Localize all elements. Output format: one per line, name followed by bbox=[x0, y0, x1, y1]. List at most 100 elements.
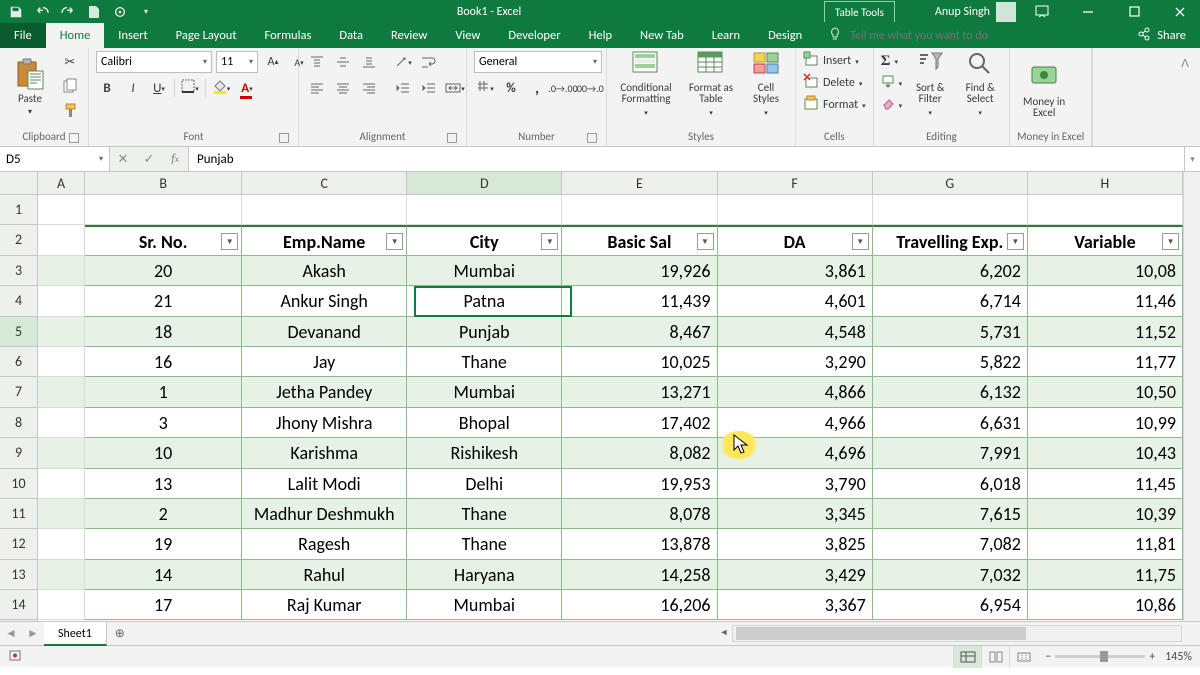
row-header-5[interactable]: 5 bbox=[0, 317, 37, 347]
filter-button[interactable]: ▼ bbox=[221, 233, 238, 250]
table-cell[interactable]: 1 bbox=[85, 377, 242, 407]
redo-icon[interactable] bbox=[60, 4, 76, 20]
table-cell[interactable]: 11,439 bbox=[562, 286, 717, 316]
table-cell[interactable]: Karishma bbox=[242, 438, 407, 468]
collapse-ribbon-button[interactable]: ᐱ bbox=[1174, 52, 1196, 74]
align-center-button[interactable] bbox=[332, 77, 354, 99]
table-cell[interactable]: 11,52 bbox=[1028, 317, 1183, 347]
cut-button[interactable]: ✂ bbox=[59, 51, 81, 73]
qat-customize-icon[interactable]: ▾ bbox=[138, 4, 154, 20]
align-top-button[interactable] bbox=[306, 51, 328, 73]
filter-button[interactable]: ▼ bbox=[386, 233, 403, 250]
minimize-button[interactable] bbox=[1068, 0, 1108, 23]
find-select-button[interactable]: Find & Select▾ bbox=[958, 51, 1002, 119]
table-cell[interactable]: 3 bbox=[85, 408, 242, 438]
zoom-out-button[interactable]: − bbox=[1045, 650, 1051, 664]
cell[interactable] bbox=[38, 256, 85, 286]
col-header-h[interactable]: H bbox=[1028, 172, 1183, 194]
table-cell[interactable]: 10,08 bbox=[1028, 256, 1183, 286]
table-cell[interactable]: 7,032 bbox=[873, 560, 1028, 590]
table-cell[interactable]: Devanand bbox=[242, 317, 407, 347]
row-header-13[interactable]: 13 bbox=[0, 560, 37, 590]
font-color-button[interactable]: A▾ bbox=[236, 77, 258, 99]
maximize-button[interactable] bbox=[1114, 0, 1154, 23]
table-cell[interactable]: 7,082 bbox=[873, 529, 1028, 559]
font-size-select[interactable]: 11▾ bbox=[216, 51, 258, 73]
zoom-slider[interactable] bbox=[1055, 655, 1145, 658]
cell[interactable] bbox=[407, 195, 562, 225]
cell[interactable] bbox=[38, 286, 85, 316]
table-cell[interactable]: Akash bbox=[242, 256, 407, 286]
fill-color-button[interactable]: ▾ bbox=[210, 77, 232, 99]
tell-me-input[interactable] bbox=[850, 29, 1030, 43]
table-cell[interactable]: Punjab bbox=[407, 317, 562, 347]
table-cell[interactable]: 11,46 bbox=[1028, 286, 1183, 316]
table-cell[interactable]: 13,271 bbox=[562, 377, 717, 407]
table-cell[interactable]: 18 bbox=[85, 317, 242, 347]
clipboard-dialog-launcher[interactable] bbox=[69, 133, 79, 143]
filter-button[interactable]: ▼ bbox=[1162, 233, 1179, 250]
table-cell[interactable]: 4,696 bbox=[718, 438, 873, 468]
table-cell[interactable]: 6,631 bbox=[873, 408, 1028, 438]
row-header-10[interactable]: 10 bbox=[0, 469, 37, 499]
hscroll-left[interactable]: ◄ bbox=[716, 625, 732, 640]
table-cell[interactable]: 17 bbox=[85, 590, 242, 620]
expand-formula-bar-button[interactable]: ▾ bbox=[1184, 147, 1200, 171]
tab-developer[interactable]: Developer bbox=[494, 23, 574, 48]
delete-cells-button[interactable]: Delete ▾ bbox=[803, 73, 866, 93]
table-cell[interactable]: 19,926 bbox=[562, 256, 717, 286]
cell-styles-button[interactable]: Cell Styles▾ bbox=[744, 51, 788, 119]
insert-cells-button[interactable]: Insert ▾ bbox=[803, 51, 866, 71]
table-header-f[interactable]: DA▼ bbox=[718, 225, 873, 255]
cell[interactable] bbox=[38, 195, 85, 225]
cell[interactable] bbox=[38, 560, 85, 590]
table-cell[interactable]: 3,367 bbox=[718, 590, 873, 620]
tab-page-layout[interactable]: Page Layout bbox=[162, 23, 251, 48]
paste-button[interactable]: Paste▾ bbox=[7, 51, 53, 119]
tab-view[interactable]: View bbox=[441, 23, 494, 48]
tab-new-tab[interactable]: New Tab bbox=[626, 23, 698, 48]
enter-formula-button[interactable]: ✓ bbox=[136, 152, 162, 167]
table-cell[interactable]: 6,018 bbox=[873, 469, 1028, 499]
table-cell[interactable]: 8,467 bbox=[562, 317, 717, 347]
cell[interactable] bbox=[1028, 195, 1183, 225]
align-right-button[interactable] bbox=[358, 77, 380, 99]
number-format-select[interactable]: General▾ bbox=[474, 51, 602, 73]
format-cells-button[interactable]: Format ▾ bbox=[803, 95, 866, 115]
table-cell[interactable]: 3,861 bbox=[718, 256, 873, 286]
format-as-table-button[interactable]: Format as Table▾ bbox=[684, 51, 738, 119]
col-header-d[interactable]: D bbox=[407, 172, 562, 194]
table-cell[interactable]: Jetha Pandey bbox=[242, 377, 407, 407]
tab-insert[interactable]: Insert bbox=[104, 23, 161, 48]
zoom-in-button[interactable]: + bbox=[1149, 650, 1155, 664]
table-cell[interactable]: 17,402 bbox=[562, 408, 717, 438]
table-cell[interactable]: 3,790 bbox=[718, 469, 873, 499]
cell[interactable] bbox=[38, 590, 85, 620]
align-middle-button[interactable] bbox=[332, 51, 354, 73]
merge-button[interactable]: ▾ bbox=[444, 77, 466, 99]
comma-button[interactable]: , bbox=[526, 77, 548, 99]
table-cell[interactable]: 6,954 bbox=[873, 590, 1028, 620]
table-cell[interactable]: 10,86 bbox=[1028, 590, 1183, 620]
col-header-f[interactable]: F bbox=[718, 172, 873, 194]
row-header-6[interactable]: 6 bbox=[0, 347, 37, 377]
new-sheet-button[interactable]: ⊕ bbox=[107, 626, 133, 641]
tab-learn[interactable]: Learn bbox=[698, 23, 754, 48]
cell[interactable] bbox=[38, 377, 85, 407]
save-icon[interactable] bbox=[8, 4, 24, 20]
table-cell[interactable]: 4,866 bbox=[718, 377, 873, 407]
horizontal-scrollbar[interactable] bbox=[732, 625, 1182, 642]
align-bottom-button[interactable] bbox=[358, 51, 380, 73]
grid[interactable]: Sr. No.▼Emp.Name▼City▼Basic Sal▼DA▼Trave… bbox=[38, 195, 1183, 621]
tab-file[interactable]: File bbox=[0, 23, 46, 48]
zoom-level[interactable]: 145% bbox=[1165, 650, 1192, 664]
tab-data[interactable]: Data bbox=[325, 23, 377, 48]
table-cell[interactable]: 11,81 bbox=[1028, 529, 1183, 559]
row-header-2[interactable]: 2 bbox=[0, 225, 37, 255]
clear-button[interactable]: ▾ bbox=[881, 95, 903, 115]
cell[interactable] bbox=[38, 499, 85, 529]
copy-button[interactable] bbox=[59, 76, 81, 98]
italic-button[interactable]: I bbox=[122, 77, 144, 99]
row-header-8[interactable]: 8 bbox=[0, 408, 37, 438]
row-header-9[interactable]: 9 bbox=[0, 438, 37, 468]
